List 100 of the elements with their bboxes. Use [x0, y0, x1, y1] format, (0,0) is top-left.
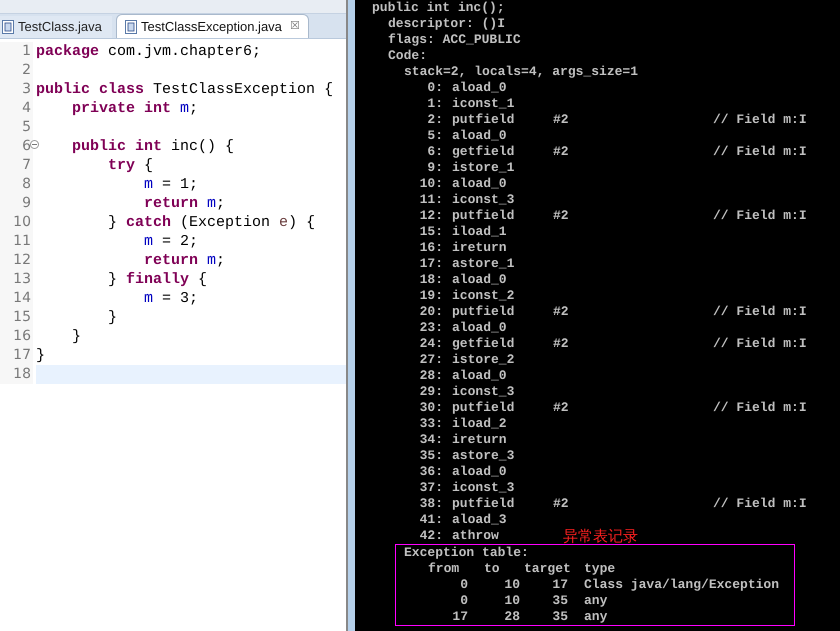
- table-cell-text: 0: [459, 593, 468, 609]
- table-cell-text: 35: [551, 593, 568, 609]
- code-token: class: [99, 80, 144, 99]
- bytecode-offset: 9:: [426, 160, 443, 176]
- table-header: type: [584, 561, 616, 577]
- bytecode-opcode: putfield: [451, 304, 516, 320]
- table-cell-text: 35: [551, 609, 568, 625]
- bytecode-operand: #2: [553, 112, 570, 128]
- table-cell-text: 17: [551, 577, 568, 593]
- bytecode-comment: // Field m:I: [713, 496, 807, 512]
- bytecode-opcode: iconst_3: [451, 192, 516, 208]
- bytecode-operand: #2: [553, 144, 570, 160]
- bytecode-opcode: iconst_1: [451, 96, 516, 112]
- code-token: =: [162, 175, 172, 194]
- code-token: e: [279, 213, 288, 232]
- code-token: package: [36, 42, 100, 61]
- code-token: m: [144, 232, 154, 251]
- code-token: public: [72, 137, 126, 156]
- bytecode-offset: 6:: [426, 144, 443, 160]
- code-token: try: [108, 156, 136, 175]
- code-token: =: [162, 232, 172, 251]
- code-token: ;: [216, 251, 226, 270]
- fold-collapse-icon[interactable]: [30, 140, 39, 149]
- table-cell-text: any: [583, 609, 608, 625]
- bytecode-comment: // Field m:I: [713, 112, 807, 128]
- editor-tab[interactable]: TestClassException.java ☒: [116, 14, 309, 38]
- code-token: 3;: [180, 289, 198, 308]
- console-line: stack=2, locals=4, args_size=1: [404, 64, 638, 79]
- code-token: {: [324, 80, 334, 99]
- code-token: inc(): [171, 137, 216, 156]
- code-token: {: [225, 137, 234, 156]
- bytecode-comment: // Field m:I: [713, 400, 807, 416]
- bytecode-opcode: getfield: [451, 144, 516, 160]
- console-line: flags: ACC_PUBLIC: [388, 32, 521, 47]
- line-number: 1: [22, 42, 31, 61]
- code-token: }: [72, 327, 82, 346]
- table-cell-text: any: [583, 593, 608, 609]
- bytecode-offset: 2:: [426, 112, 443, 128]
- line-number: 7: [22, 156, 31, 175]
- bytecode-opcode: aload_0: [451, 80, 508, 96]
- bytecode-offset: 28:: [418, 368, 443, 384]
- code-token: catch: [126, 213, 172, 232]
- bytecode-operand: #2: [553, 400, 570, 416]
- line-number: 14: [13, 289, 31, 308]
- code-token: 1;: [180, 175, 198, 194]
- code-token: {: [144, 156, 154, 175]
- bytecode-offset: 17:: [418, 256, 443, 272]
- bytecode-offset: 35:: [418, 448, 443, 464]
- table-header: target: [523, 561, 572, 577]
- bytecode-operand: #2: [553, 336, 570, 352]
- line-number: 5: [22, 118, 31, 137]
- bytecode-opcode: aload_0: [451, 320, 508, 336]
- code-token: m: [207, 251, 216, 270]
- line-number: 8: [22, 175, 31, 194]
- bytecode-opcode: athrow: [451, 528, 500, 544]
- bytecode-opcode: istore_1: [451, 160, 516, 176]
- console-line: Code:: [388, 48, 428, 63]
- bytecode-opcode: iconst_2: [451, 288, 516, 304]
- bytecode-opcode: ireturn: [451, 432, 508, 448]
- bytecode-offset: 15:: [418, 224, 443, 240]
- code-token: return: [144, 251, 198, 270]
- bytecode-comment: // Field m:I: [713, 304, 807, 320]
- line-number: 6: [22, 137, 31, 156]
- bytecode-comment: // Field m:I: [713, 208, 807, 224]
- bytecode-offset: 38:: [418, 496, 443, 512]
- bytecode-offset: 42:: [418, 528, 443, 544]
- line-number: 15: [13, 308, 31, 327]
- bytecode-operand: #2: [553, 496, 570, 512]
- table-cell-text: 10: [503, 593, 520, 609]
- code-token: (Exception: [180, 213, 270, 232]
- code-token: public: [36, 80, 90, 99]
- annotation-text: 异常表记录: [563, 528, 638, 544]
- bytecode-opcode: aload_0: [451, 128, 508, 144]
- table-cell-text: 0: [459, 577, 468, 593]
- code-token: int: [135, 137, 162, 156]
- bytecode-offset: 27:: [418, 352, 443, 368]
- line-number: 18: [13, 365, 31, 384]
- bytecode-opcode: aload_0: [451, 368, 508, 384]
- table-header: to: [484, 561, 501, 577]
- tab-close[interactable]: ☒: [290, 18, 300, 35]
- code-token: finally: [126, 270, 190, 289]
- code-token: {: [198, 270, 208, 289]
- bytecode-opcode: aload_0: [451, 464, 508, 480]
- java-file-icon: [2, 20, 14, 34]
- bytecode-comment: // Field m:I: [713, 144, 807, 160]
- line-number: 2: [22, 61, 31, 80]
- line-number: 9: [22, 194, 31, 213]
- java-file-icon: [125, 20, 137, 34]
- bytecode-offset: 20:: [418, 304, 443, 320]
- bytecode-opcode: putfield: [451, 112, 516, 128]
- code-token: return: [144, 194, 198, 213]
- bytecode-offset: 36:: [418, 464, 443, 480]
- table-cell-text: 10: [503, 577, 520, 593]
- editor-tab[interactable]: TestClass.java: [0, 16, 112, 38]
- bytecode-opcode: ireturn: [451, 240, 508, 256]
- code-token: ;: [216, 194, 226, 213]
- bytecode-opcode: istore_2: [451, 352, 516, 368]
- bytecode-offset: 33:: [418, 416, 443, 432]
- console-line: public int inc();: [372, 0, 505, 15]
- bytecode-opcode: putfield: [451, 400, 516, 416]
